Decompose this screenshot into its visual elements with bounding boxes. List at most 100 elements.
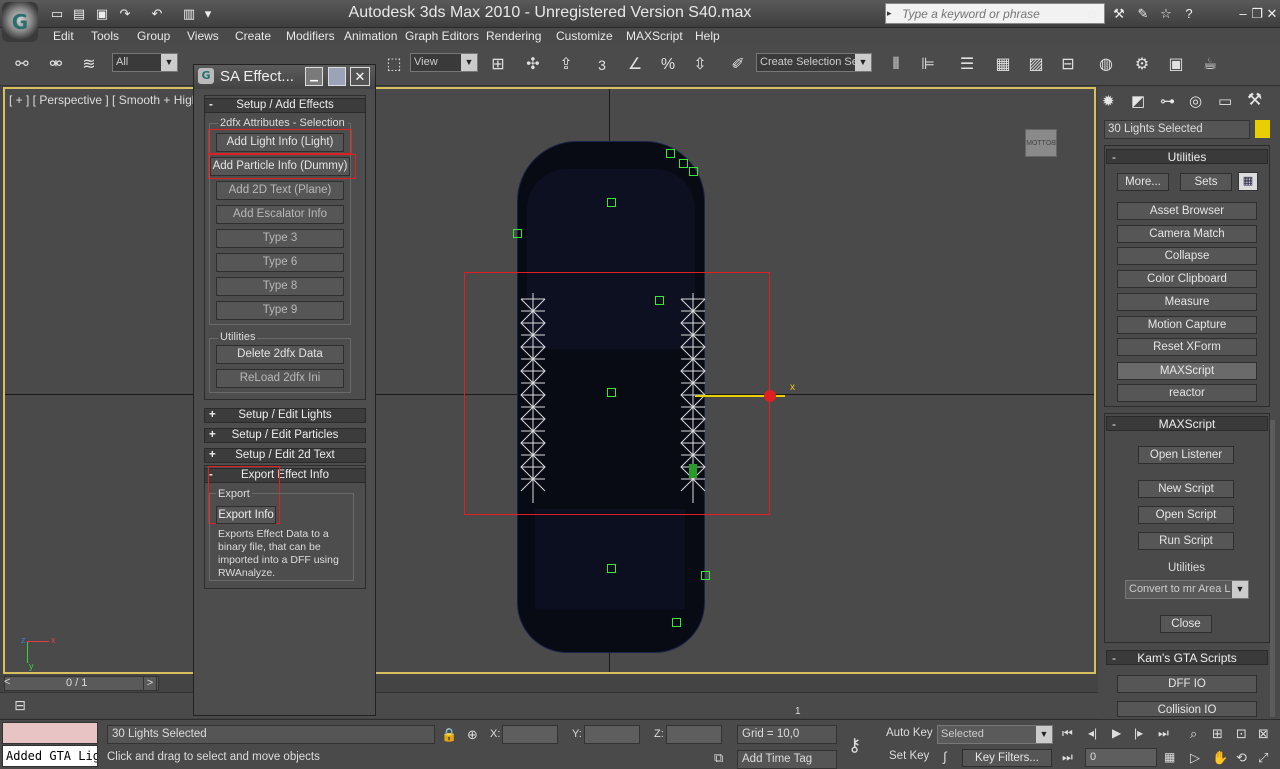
mirror-icon[interactable]: ⫴ [882, 51, 910, 79]
new-file-icon[interactable]: ▭ [48, 5, 66, 23]
material-editor-icon[interactable]: ◍ [1092, 51, 1120, 79]
orbit-icon[interactable]: ⟲ [1236, 750, 1247, 766]
communication-icon[interactable]: ✎ [1134, 5, 1152, 23]
helper-dummy[interactable] [679, 159, 688, 168]
zoom-icon[interactable]: ⌕ [1190, 726, 1197, 742]
helper-dummy[interactable] [666, 149, 675, 158]
app-logo-icon[interactable]: G [2, 2, 38, 42]
subscription-icon[interactable]: ⚒ [1110, 5, 1128, 23]
angle-snap-icon[interactable]: ∠ [621, 51, 649, 79]
utility-maxscript[interactable]: MAXScript [1117, 362, 1257, 380]
type-8-button[interactable]: Type 8 [216, 277, 344, 296]
motion-tab-icon[interactable]: ◎ [1189, 92, 1202, 110]
edit-named-selection-icon[interactable]: ✐ [724, 51, 752, 79]
setup-add-effects-header[interactable]: - Setup / Add Effects [204, 98, 366, 113]
utility-color-clipboard[interactable]: Color Clipboard [1117, 270, 1257, 288]
more-button[interactable]: More... [1117, 173, 1169, 191]
display-tab-icon[interactable]: ▭ [1218, 92, 1232, 110]
search-input[interactable] [899, 4, 1077, 23]
setup-edit-particles-rollout[interactable]: + Setup / Edit Particles [204, 428, 366, 443]
maxscript-rollout-header[interactable]: - MAXScript [1106, 416, 1268, 431]
utility-motion-capture[interactable]: Motion Capture [1117, 316, 1257, 334]
menu-help[interactable]: Help [695, 29, 720, 43]
spinner-snap-icon[interactable]: ⇳ [686, 51, 714, 79]
render-teapot-icon[interactable]: ☕ [1196, 51, 1224, 79]
time-slider-next[interactable]: > [143, 676, 157, 691]
setup-edit-lights-rollout[interactable]: + Setup / Edit Lights [204, 408, 366, 423]
hierarchy-tab-icon[interactable]: ⊶ [1160, 92, 1175, 110]
collision-io-button[interactable]: Collision IO [1117, 701, 1257, 717]
select-manipulate-icon[interactable]: ✣ [519, 51, 547, 79]
undo-icon[interactable]: ↶ [148, 5, 166, 23]
curve-editor-icon[interactable]: ▨ [1022, 51, 1050, 79]
sa-minimize-icon[interactable]: ▁ [305, 67, 323, 86]
next-frame-icon[interactable]: |▸ [1134, 726, 1143, 740]
reload-2dfx-ini-button[interactable]: ReLoad 2dfx Ini [216, 369, 344, 388]
unlink-icon[interactable]: ⚮ [42, 51, 70, 79]
maxscript-mini-listener[interactable]: Added GTA Lig [2, 745, 98, 767]
dff-io-button[interactable]: DFF IO [1117, 675, 1257, 693]
snaps-toggle-icon[interactable]: 3 [588, 51, 616, 79]
time-slider-prev[interactable]: < [4, 676, 10, 688]
default-tangents-icon[interactable]: ∫ [943, 749, 947, 764]
command-panel-scrollbar[interactable] [1270, 420, 1275, 717]
move-gizmo-pivot[interactable] [764, 390, 776, 402]
zoom-extents-all-icon[interactable]: ⊠ [1258, 726, 1269, 742]
menu-group[interactable]: Group [137, 29, 170, 43]
rendered-frame-window-icon[interactable]: ▣ [1162, 51, 1190, 79]
menu-create[interactable]: Create [235, 29, 271, 43]
selection-filter-combo[interactable]: All ▼ [112, 53, 178, 72]
close-icon[interactable]: ✕ [1263, 5, 1280, 23]
search-expand-icon[interactable]: ▸ [887, 8, 892, 19]
viewcube[interactable]: BOTTOM [1025, 129, 1057, 157]
open-file-icon[interactable]: ▤ [70, 5, 88, 23]
new-script-button[interactable]: New Script [1138, 480, 1234, 498]
selection-name-field[interactable]: 30 Lights Selected [1104, 120, 1250, 139]
add-2d-text-button[interactable]: Add 2D Text (Plane) [216, 181, 344, 200]
utilities-script-combo[interactable]: Convert to mr Area L ▼ [1125, 580, 1249, 599]
create-tab-icon[interactable]: ✹ [1102, 92, 1115, 110]
align-icon[interactable]: ⊫ [914, 51, 942, 79]
sets-button[interactable]: Sets [1180, 173, 1232, 191]
y-coordinate-field[interactable] [584, 725, 640, 744]
open-script-button[interactable]: Open Script [1138, 506, 1234, 524]
select-and-scale-icon[interactable]: ⬚ [380, 51, 408, 79]
menu-tools[interactable]: Tools [91, 29, 119, 43]
viewport-label[interactable]: [ + ] [ Perspective ] [ Smooth + Highlig… [9, 93, 217, 107]
time-configuration-icon[interactable]: ▦ [1164, 750, 1175, 764]
add-time-tag[interactable]: Add Time Tag [737, 750, 837, 769]
export-info-button[interactable]: Export Info [216, 506, 276, 524]
perspective-viewport[interactable]: [ + ] [ Perspective ] [ Smooth + Highlig… [3, 87, 1096, 674]
configure-button-sets-icon[interactable]: ▦ [1238, 172, 1258, 191]
helper-dummy[interactable] [701, 571, 710, 580]
field-of-view-icon[interactable]: ▷ [1190, 750, 1200, 766]
maximize-viewport-icon[interactable]: ⤢ [1258, 750, 1268, 766]
selection-lock-icon[interactable]: 🔒 [441, 727, 457, 743]
utilities-tab-icon[interactable]: ⚒ [1247, 90, 1262, 110]
favorites-star-icon[interactable]: ☆ [1157, 5, 1175, 23]
menu-modifiers[interactable]: Modifiers [286, 29, 335, 43]
utility-camera-match[interactable]: Camera Match [1117, 225, 1257, 243]
key-filters-button[interactable]: Key Filters... [962, 749, 1052, 767]
sa-maximize-icon[interactable] [328, 67, 346, 86]
close-script-button[interactable]: Close [1160, 615, 1212, 633]
helper-dummy[interactable] [513, 229, 522, 238]
save-icon[interactable]: ▣ [93, 5, 111, 23]
helper-dummy[interactable] [689, 167, 698, 176]
utility-measure[interactable]: Measure [1117, 293, 1257, 311]
graphite-ribbon-icon[interactable]: ▦ [989, 51, 1017, 79]
current-frame-field[interactable]: 0 [1085, 748, 1157, 767]
zoom-extents-icon[interactable]: ⊡ [1236, 726, 1247, 742]
utility-reset-xform[interactable]: Reset XForm [1117, 338, 1257, 356]
menu-views[interactable]: Views [187, 29, 219, 43]
z-coordinate-field[interactable] [666, 725, 722, 744]
layer-manager-icon[interactable]: ☰ [953, 51, 981, 79]
type-6-button[interactable]: Type 6 [216, 253, 344, 272]
zoom-all-icon[interactable]: ⊞ [1212, 726, 1223, 742]
redo-icon[interactable]: ↷ [116, 5, 134, 23]
helper-dummy[interactable] [607, 198, 616, 207]
menu-rendering[interactable]: Rendering [486, 29, 541, 43]
open-listener-button[interactable]: Open Listener [1138, 446, 1234, 464]
helper-dummy[interactable] [607, 564, 616, 573]
maxscript-mini-listener-top[interactable] [2, 722, 98, 744]
